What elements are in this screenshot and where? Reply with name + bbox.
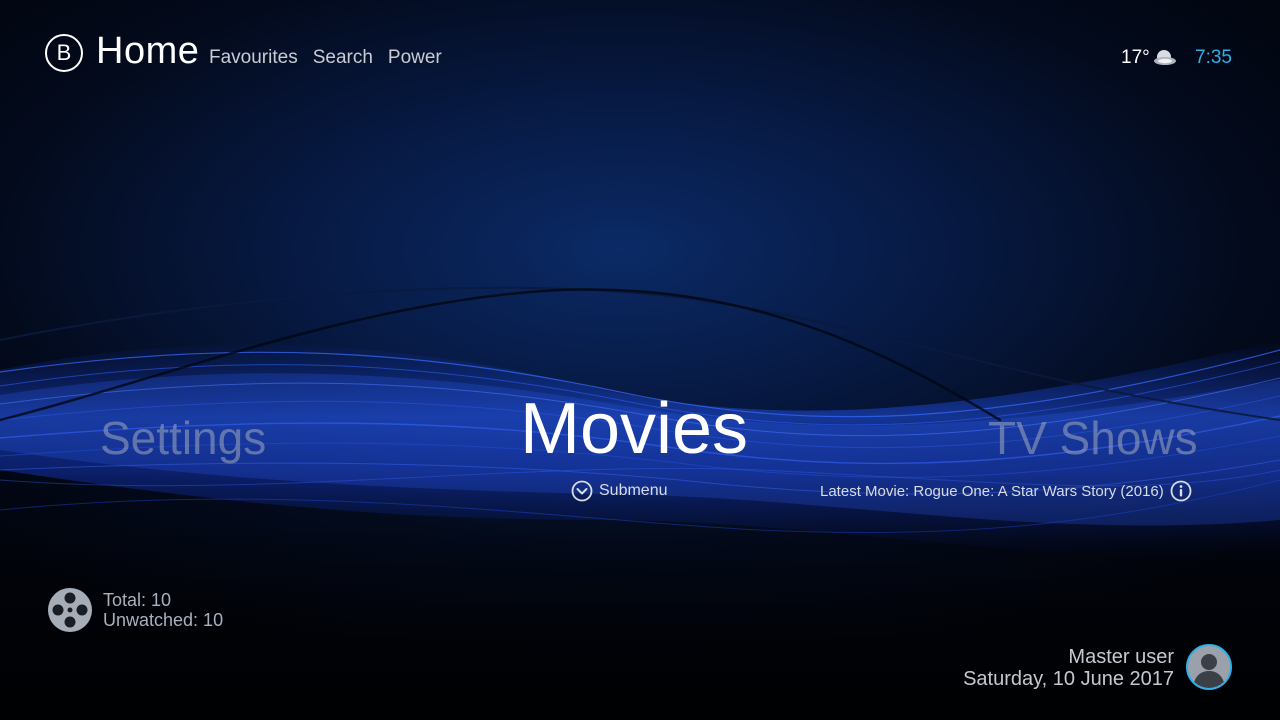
- user-info: Master user Saturday, 10 June 2017: [963, 646, 1174, 690]
- unwatched-count: Unwatched: 10: [103, 610, 224, 630]
- library-stats: Total: 10 Unwatched: 10: [47, 587, 223, 633]
- home-screen: B Home Favourites Search Power 17° 7:35 …: [0, 0, 1280, 720]
- avatar[interactable]: [1186, 644, 1232, 690]
- latest-movie-text: Latest Movie: Rogue One: A Star Wars Sto…: [820, 482, 1164, 500]
- clock: 7:35: [1195, 47, 1232, 68]
- page-title: Home: [96, 30, 200, 72]
- menu-item-tv-shows[interactable]: TV Shows: [988, 411, 1198, 465]
- menu-item-movies[interactable]: Movies: [520, 388, 748, 470]
- latest-movie-info[interactable]: Latest Movie: Rogue One: A Star Wars Sto…: [820, 480, 1192, 502]
- total-count: Total: 10: [103, 590, 172, 610]
- nav-favourites[interactable]: Favourites: [209, 47, 298, 69]
- stats-text: Total: 10 Unwatched: 10: [103, 590, 223, 630]
- submenu-button[interactable]: Submenu: [571, 480, 668, 502]
- weather-widget[interactable]: 17°: [1121, 47, 1178, 69]
- user-silhouette-icon: [1188, 646, 1230, 688]
- info-icon: [1170, 480, 1192, 502]
- submenu-label: Submenu: [599, 482, 668, 499]
- nav-power[interactable]: Power: [388, 47, 442, 69]
- chevron-down-icon: [571, 480, 593, 502]
- film-reel-icon: [48, 588, 92, 632]
- user-name: Master user: [1068, 646, 1174, 668]
- top-nav: Favourites Search Power: [209, 47, 442, 69]
- logo-letter: B: [56, 40, 72, 65]
- partly-cloudy-night-icon: [1153, 50, 1176, 65]
- app-logo: B: [45, 34, 83, 72]
- temperature: 17°: [1121, 47, 1150, 68]
- menu-item-settings[interactable]: Settings: [100, 411, 266, 465]
- nav-search[interactable]: Search: [313, 47, 373, 69]
- current-date: Saturday, 10 June 2017: [963, 668, 1174, 690]
